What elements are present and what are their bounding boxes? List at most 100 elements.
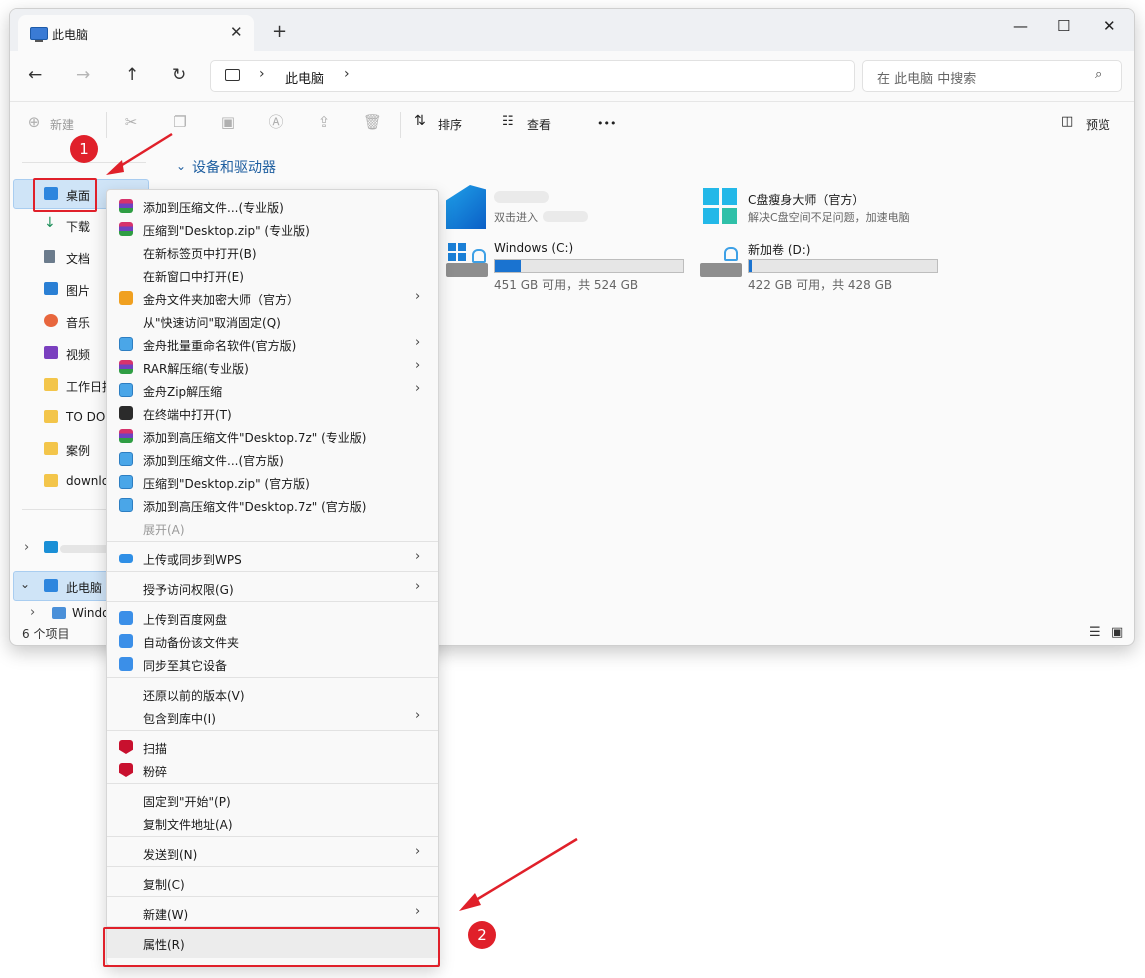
menu-item-label: 金舟Zip解压缩 [143,385,223,399]
view-button[interactable]: 查看 [527,116,551,133]
menu-item-label: 复制(C) [143,878,185,892]
tab-this-pc[interactable]: 此电脑 ✕ [18,15,254,51]
maximize-button[interactable]: ☐ [1057,17,1070,35]
expand-chevron-icon[interactable]: › [30,605,35,620]
menu-item-send-to[interactable]: 发送到(N) › [107,842,438,865]
menu-item-compress-zip-pro[interactable]: 压缩到"Desktop.zip" (专业版) [107,218,438,241]
delete-icon[interactable]: 🗑 [363,114,382,130]
drive-d-icon[interactable] [700,245,744,279]
document-icon [44,250,55,263]
tiles-view-icon[interactable]: ▣ [1111,625,1123,640]
close-button[interactable]: ✕ [1103,17,1116,35]
cut-icon[interactable]: ✂ [123,114,139,130]
more-button[interactable]: ••• [597,117,616,130]
menu-item-label: 上传或同步到WPS [143,553,242,567]
folder-icon [44,378,58,391]
refresh-button[interactable]: ↻ [172,65,186,85]
minimize-button[interactable]: — [1013,17,1028,35]
highlight-box-properties [103,927,440,967]
menu-item-copy[interactable]: 复制(C) [107,872,438,895]
menu-item-open-terminal[interactable]: 在终端中打开(T) [107,402,438,425]
drive-d-name[interactable]: 新加卷 (D:) [748,241,810,258]
submenu-chevron-icon: › [415,708,421,723]
submenu-chevron-icon: › [415,904,421,919]
menu-item-new[interactable]: 新建(W) › [107,902,438,925]
menu-item-rar-extract[interactable]: RAR解压缩(专业版) › [107,356,438,379]
menu-item-unpin-quick-access[interactable]: 从"快速访问"取消固定(Q) [107,310,438,333]
address-bar[interactable]: › 此电脑 › [210,60,855,92]
menu-item-copy-path[interactable]: 复制文件地址(A) [107,812,438,835]
navigation-bar: ← → ↑ ↻ › 此电脑 › 在 此电脑 中搜索 ⌕ [10,51,1134,101]
menu-item-open-new-window[interactable]: 在新窗口中打开(E) [107,264,438,287]
menu-item-pin-start[interactable]: 固定到"开始"(P) [107,789,438,812]
copy-icon[interactable]: ❐ [172,114,188,130]
rar-icon [119,429,133,443]
menu-separator [107,677,438,678]
menu-item-expand[interactable]: 展开(A) [107,517,438,540]
tile-title[interactable]: C盘瘦身大师（官方） [748,191,864,208]
app-icon [44,541,58,553]
rar-icon [119,222,133,236]
collapse-chevron-icon[interactable]: ⌄ [20,577,30,591]
forward-button[interactable]: → [76,65,90,85]
menu-item-add-archive-official[interactable]: 添加到压缩文件...(官方版) [107,448,438,471]
menu-item-auto-backup[interactable]: 自动备份该文件夹 [107,630,438,653]
search-input[interactable]: 在 此电脑 中搜索 ⌕ [862,60,1122,92]
menu-item-batch-rename[interactable]: 金舟批量重命名软件(官方版) › [107,333,438,356]
new-button[interactable]: 新建 [50,116,74,133]
view-icon: ☷ [502,114,514,129]
menu-item-wps-sync[interactable]: 上传或同步到WPS › [107,547,438,570]
new-tab-button[interactable]: + [272,21,287,42]
menu-item-open-new-tab[interactable]: 在新标签页中打开(B) [107,241,438,264]
breadcrumb-chevron-icon[interactable]: › [344,66,350,82]
menu-item-zip-extract[interactable]: 金舟Zip解压缩 › [107,379,438,402]
c-disk-cleaner-icon[interactable] [700,185,740,227]
sidebar-item-windows-drive[interactable]: Windo [72,606,110,620]
menu-item-restore-versions[interactable]: 还原以前的版本(V) [107,683,438,706]
up-button[interactable]: ↑ [125,65,139,85]
submenu-chevron-icon: › [415,844,421,859]
drive-c-icon[interactable] [446,243,490,279]
menu-item-scan[interactable]: 扫描 [107,736,438,759]
paste-icon[interactable]: ▣ [220,114,236,130]
breadcrumb-chevron-icon[interactable]: › [259,66,265,82]
sort-button[interactable]: 排序 [438,116,462,133]
cloud-icon [119,554,133,563]
title-bar: 此电脑 ✕ + — ☐ ✕ [10,9,1134,51]
sidebar-item-label: 视频 [66,348,91,362]
preview-button[interactable]: 预览 [1086,116,1110,133]
pictures-icon [44,282,58,295]
blurred-label [60,545,110,553]
menu-item-folder-encrypt[interactable]: 金舟文件夹加密大师（官方） › [107,287,438,310]
menu-item-baidu-upload[interactable]: 上传到百度网盘 [107,607,438,630]
menu-item-shred[interactable]: 粉碎 [107,759,438,782]
menu-item-add-archive-pro[interactable]: 添加到压缩文件...(专业版) [107,195,438,218]
section-title[interactable]: 设备和驱动器 [192,157,276,177]
menu-item-label: 自动备份该文件夹 [143,636,240,650]
submenu-chevron-icon: › [415,335,421,350]
menu-item-add-7z-official[interactable]: 添加到高压缩文件"Desktop.7z" (官方版) [107,494,438,517]
rename-icon[interactable]: Ⓐ [268,114,284,130]
zip-icon [119,498,133,512]
menu-item-include-library[interactable]: 包含到库中(I) › [107,706,438,729]
tile-subtitle: 解决C盘空间不足问题，加速电脑 [748,211,910,224]
expand-chevron-icon[interactable]: › [24,540,29,555]
menu-item-grant-access[interactable]: 授予访问权限(G) › [107,577,438,600]
menu-item-compress-zip-official[interactable]: 压缩到"Desktop.zip" (官方版) [107,471,438,494]
menu-item-label: 新建(W) [143,908,189,922]
back-button[interactable]: ← [28,65,42,85]
app-tile-icon[interactable] [446,185,486,229]
share-icon[interactable]: ⇪ [316,114,332,130]
menu-item-sync-devices[interactable]: 同步至其它设备 [107,653,438,676]
menu-item-label: 发送到(N) [143,848,198,862]
tile-subtitle: 双击进入 [494,211,538,224]
folder-icon [44,442,58,455]
details-view-icon[interactable]: ☰ [1089,625,1101,640]
drive-c-name[interactable]: Windows (C:) [494,241,573,255]
breadcrumb-this-pc[interactable]: 此电脑 [285,68,324,87]
tab-close-icon[interactable]: ✕ [230,23,243,41]
submenu-chevron-icon: › [415,549,421,564]
menu-item-label: 压缩到"Desktop.zip" (专业版) [143,224,310,238]
menu-item-add-7z-pro[interactable]: 添加到高压缩文件"Desktop.7z" (专业版) [107,425,438,448]
sort-icon: ⇅ [414,113,426,129]
